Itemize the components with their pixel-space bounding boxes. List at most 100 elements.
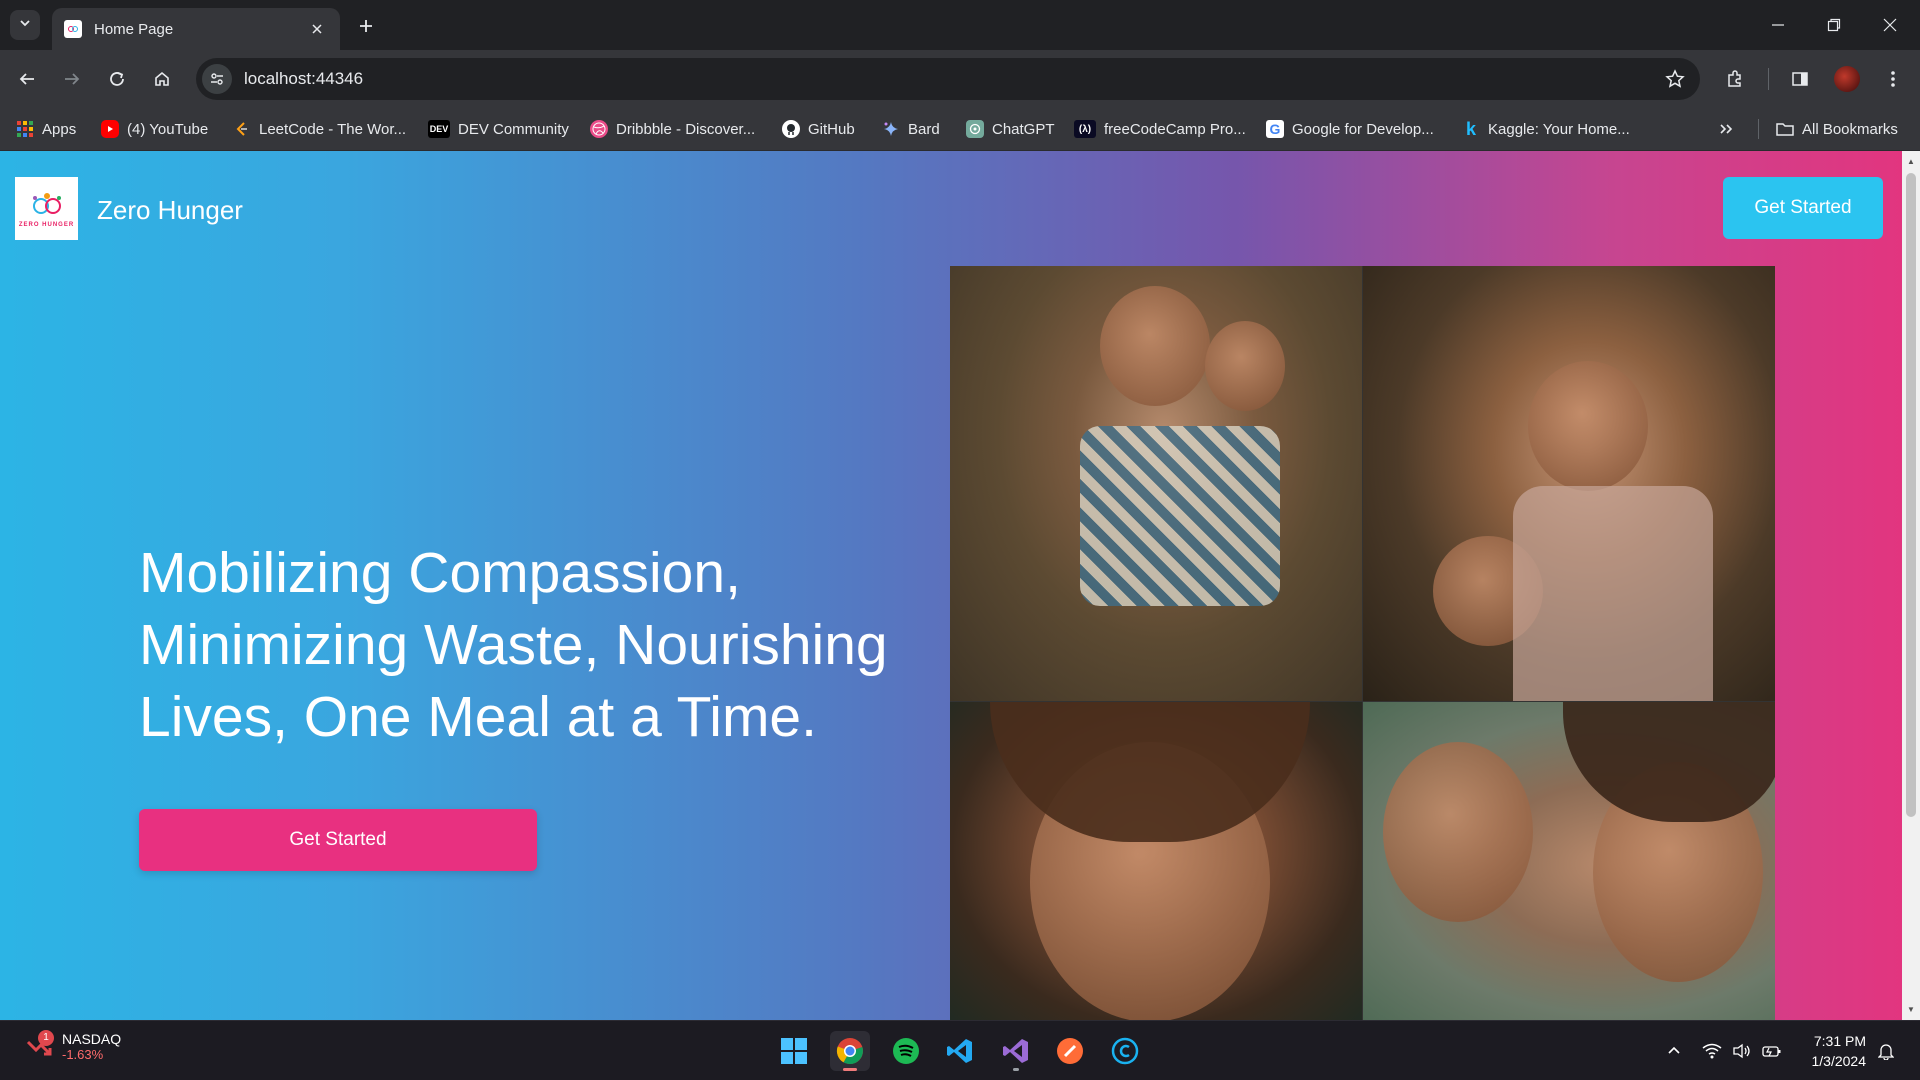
bookmark-freecodecamp[interactable]: (λ) freeCodeCamp Pro... xyxy=(1074,117,1246,141)
new-tab-plus-icon[interactable] xyxy=(352,12,380,40)
stock-widget[interactable]: 1 NASDAQ -1.63% xyxy=(24,1029,121,1062)
scrollbar-thumb[interactable] xyxy=(1906,173,1916,817)
bookmark-label: freeCodeCamp Pro... xyxy=(1104,120,1246,138)
chatgpt-icon xyxy=(966,120,984,138)
freecodecamp-icon: (λ) xyxy=(1074,120,1096,138)
bookmarks-overflow-icon[interactable] xyxy=(1718,117,1734,141)
photo-two-children xyxy=(1363,702,1775,1020)
photo-children-piggyback xyxy=(950,266,1362,701)
bookmark-dribbble[interactable]: Dribbble - Discover... xyxy=(590,117,755,141)
reload-icon[interactable] xyxy=(100,62,134,96)
dev-icon: DEV xyxy=(428,120,450,138)
bookmark-label: DEV Community xyxy=(458,120,569,138)
photo-girl-portrait xyxy=(950,702,1362,1020)
bookmark-bard[interactable]: Bard xyxy=(882,117,940,141)
bookmark-youtube[interactable]: (4) YouTube xyxy=(101,117,208,141)
notification-badge: 1 xyxy=(38,1029,54,1046)
photo-shirt xyxy=(1513,486,1713,701)
bard-icon xyxy=(882,120,900,138)
scroll-up-arrow-icon[interactable]: ▲ xyxy=(1902,153,1920,169)
vscode-icon[interactable] xyxy=(940,1031,980,1071)
bookmark-kaggle[interactable]: k Kaggle: Your Home... xyxy=(1462,117,1630,141)
visual-studio-icon[interactable] xyxy=(996,1031,1036,1071)
bookmark-dev-community[interactable]: DEV DEV Community xyxy=(428,117,569,141)
youtube-icon xyxy=(101,120,119,138)
chevron-up-icon[interactable] xyxy=(1662,1039,1686,1063)
kaggle-icon: k xyxy=(1465,118,1476,139)
zero-hunger-logo-icon xyxy=(32,192,61,214)
photo-face xyxy=(1383,742,1533,922)
cortana-c-icon[interactable] xyxy=(1105,1031,1145,1071)
windows-start-icon[interactable] xyxy=(774,1031,814,1071)
bookmark-label: ChatGPT xyxy=(992,120,1055,138)
volume-icon[interactable] xyxy=(1730,1039,1754,1063)
back-arrow-icon[interactable] xyxy=(10,62,44,96)
bookmark-label: Dribbble - Discover... xyxy=(616,120,756,138)
bookmark-leetcode[interactable]: LeetCode - The Wor... xyxy=(233,117,406,141)
tab-search-button[interactable] xyxy=(10,10,40,40)
leetcode-icon xyxy=(233,120,251,138)
page-viewport: ZERO HUNGER Zero Hunger Get Started Mobi… xyxy=(0,151,1902,1020)
tab-title: Home Page xyxy=(94,20,174,38)
site-name[interactable]: Zero Hunger xyxy=(97,195,243,226)
bookmark-label: Apps xyxy=(42,120,77,138)
nav-get-started-button[interactable]: Get Started xyxy=(1723,177,1883,239)
bookmark-label: (4) YouTube xyxy=(127,120,209,138)
scroll-down-arrow-icon[interactable]: ▼ xyxy=(1902,1001,1920,1017)
restore-window-icon[interactable] xyxy=(1806,0,1862,50)
clock-time: 7:31 PM xyxy=(1813,1033,1866,1049)
bookmark-google-developers[interactable]: G Google for Develop... xyxy=(1266,117,1434,141)
tab-strip: Home Page xyxy=(0,0,1920,50)
postman-icon[interactable] xyxy=(1050,1031,1090,1071)
close-window-icon[interactable] xyxy=(1862,0,1918,50)
bookmark-apps[interactable]: Apps xyxy=(16,117,76,141)
page-scrollbar[interactable]: ▲ ▼ xyxy=(1902,151,1920,1020)
site-favicon-icon xyxy=(64,20,82,38)
active-app-indicator xyxy=(843,1068,857,1071)
home-icon[interactable] xyxy=(145,62,179,96)
system-clock[interactable]: 7:31 PM 1/3/2024 xyxy=(1800,1031,1867,1071)
browser-tab-active[interactable]: Home Page xyxy=(52,8,340,50)
url-text[interactable]: localhost:44346 xyxy=(244,69,1660,89)
bookmark-star-icon[interactable] xyxy=(1660,64,1690,94)
close-tab-icon[interactable] xyxy=(306,18,328,40)
side-panel-icon[interactable] xyxy=(1783,62,1817,96)
bookmark-label: LeetCode - The Wor... xyxy=(259,120,407,138)
stock-trend-icon: 1 xyxy=(24,1029,54,1062)
bookmarks-bar: Apps (4) YouTube LeetCode - The Wor... D… xyxy=(0,107,1920,151)
photo-plaid-shirt xyxy=(1080,426,1280,606)
avatar-icon xyxy=(1834,66,1860,92)
spotify-icon[interactable] xyxy=(886,1031,926,1071)
photo-face xyxy=(1205,321,1285,411)
chrome-taskbar-icon[interactable] xyxy=(830,1031,870,1071)
windows-taskbar: 1 NASDAQ -1.63% 7:31 PM 1/3/2024 xyxy=(0,1020,1920,1080)
github-icon xyxy=(782,120,800,138)
bookmark-github[interactable]: GitHub xyxy=(782,117,855,141)
minimize-window-icon[interactable] xyxy=(1750,0,1806,50)
bookmark-chatgpt[interactable]: ChatGPT xyxy=(966,117,1055,141)
google-icon: G xyxy=(1266,120,1284,138)
address-bar[interactable]: localhost:44346 xyxy=(196,58,1700,100)
forward-arrow-icon[interactable] xyxy=(55,62,89,96)
photo-face xyxy=(1528,361,1648,491)
hero-get-started-button[interactable]: Get Started xyxy=(139,809,537,871)
photo-collage xyxy=(950,266,1775,1020)
bookmarks-divider xyxy=(1758,119,1759,139)
hero-title: Mobilizing Compassion, Minimizing Waste,… xyxy=(139,541,888,749)
bookmark-label: Bard xyxy=(908,120,940,138)
extensions-puzzle-icon[interactable] xyxy=(1718,62,1752,96)
site-logo[interactable]: ZERO HUNGER xyxy=(15,177,78,240)
widget-change: -1.63% xyxy=(62,1047,104,1062)
wifi-icon[interactable] xyxy=(1700,1039,1724,1063)
all-bookmarks-folder[interactable]: All Bookmarks xyxy=(1776,117,1898,141)
profile-avatar[interactable] xyxy=(1830,62,1864,96)
site-info-icon[interactable] xyxy=(202,64,232,94)
apps-grid-icon xyxy=(16,120,34,138)
battery-icon[interactable] xyxy=(1760,1039,1784,1063)
dribbble-icon xyxy=(590,120,608,138)
logo-text: ZERO HUNGER xyxy=(18,221,75,228)
browser-toolbar: localhost:44346 xyxy=(0,50,1920,107)
chevron-down-icon xyxy=(19,16,31,34)
kebab-menu-icon[interactable] xyxy=(1876,62,1910,96)
notification-bell-icon[interactable] xyxy=(1874,1039,1898,1063)
